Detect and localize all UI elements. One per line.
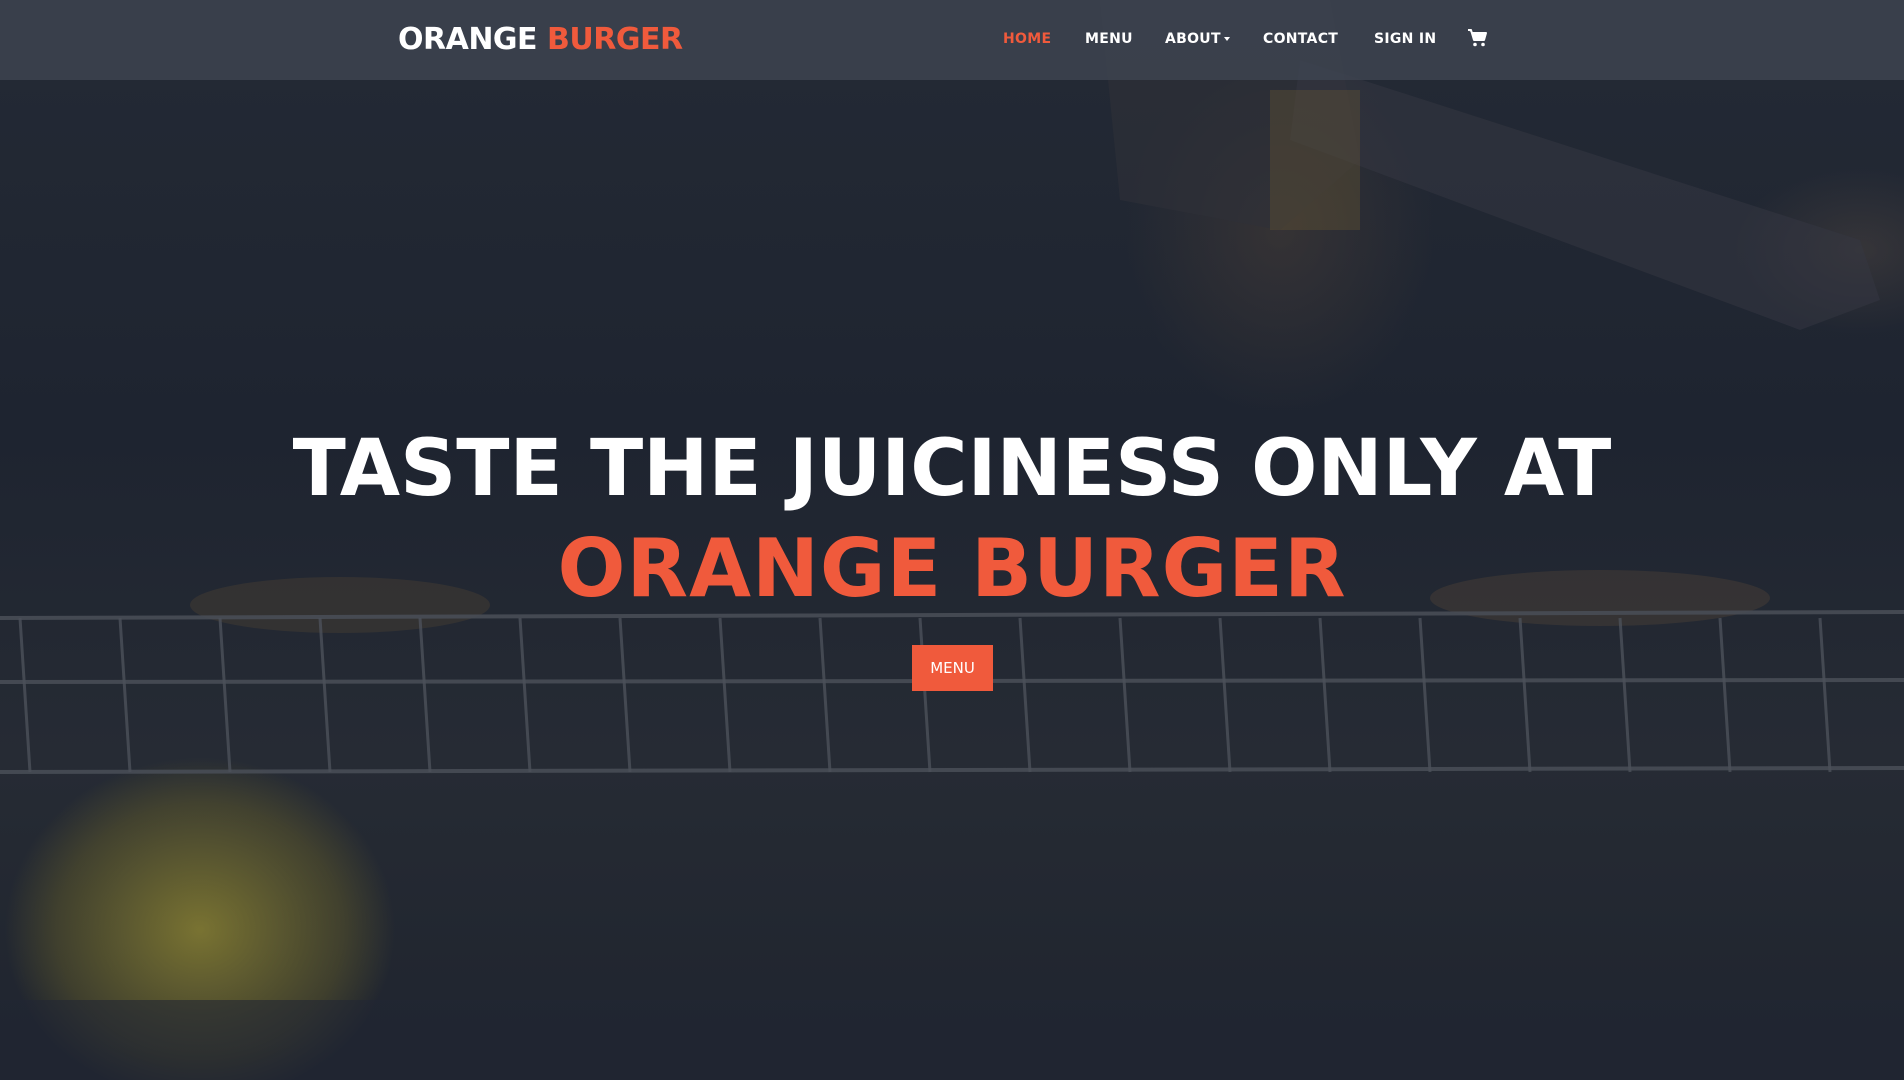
chevron-down-icon (1223, 37, 1230, 41)
nav-contact-link[interactable]: CONTACT (1263, 29, 1338, 49)
hero-headline-line2: ORANGE BURGER (557, 522, 1347, 615)
nav-sign-in-link[interactable]: SIGN IN (1374, 29, 1436, 49)
shopping-cart-icon[interactable] (1467, 27, 1489, 49)
nav-home-link[interactable]: HOME (1003, 29, 1051, 49)
nav-about-dropdown[interactable]: ABOUT (1165, 29, 1230, 49)
top-navbar: ORANGE BURGER HOME MENU ABOUT CONTACT SI… (0, 0, 1904, 80)
nav-menu-link[interactable]: MENU (1085, 29, 1133, 49)
hero-headline-line1: TASTE THE JUICINESS ONLY AT (292, 424, 1612, 514)
hero-menu-button[interactable]: MENU (912, 645, 993, 691)
nav-about-label: ABOUT (1165, 31, 1221, 47)
brand-logo[interactable]: ORANGE BURGER (398, 20, 683, 60)
brand-logo-part1: ORANGE (398, 22, 538, 57)
brand-logo-part2: BURGER (547, 22, 683, 57)
